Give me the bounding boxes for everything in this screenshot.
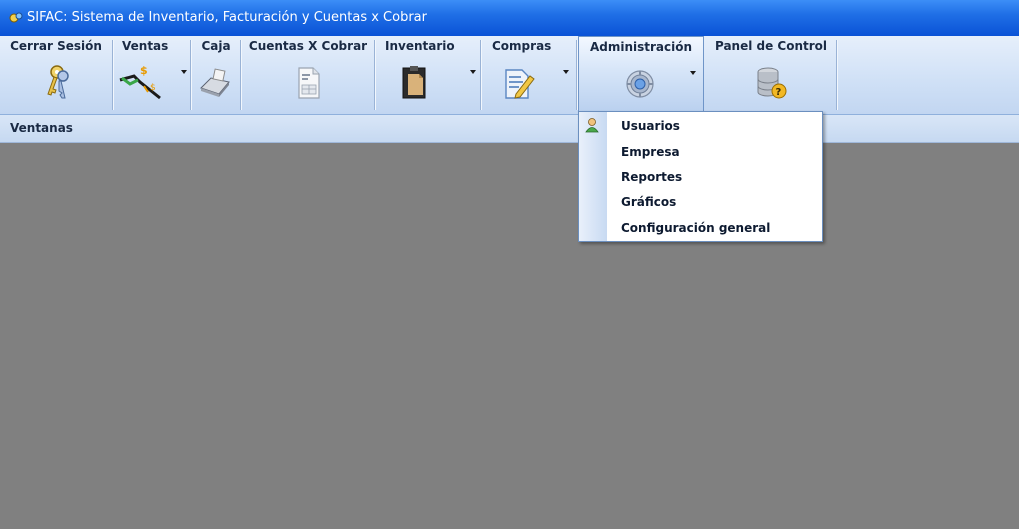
- inventario-button[interactable]: Inventario: [376, 36, 480, 113]
- ribbon-separator: [836, 40, 838, 110]
- title-bar[interactable]: SIFAC: Sistema de Inventario, Facturació…: [0, 0, 1019, 36]
- windows-menu-bar: Ventanas: [0, 115, 1019, 143]
- chevron-down-icon: [563, 70, 569, 74]
- chevron-down-icon: [690, 71, 696, 75]
- menu-item-label: Reportes: [621, 170, 683, 184]
- inventario-label: Inventario: [385, 39, 455, 53]
- cash-register-pen-icon: $ $: [119, 64, 161, 100]
- chevron-down-icon: [181, 70, 187, 74]
- caja-button[interactable]: Caja: [192, 36, 240, 113]
- administracion-dropdown-menu: Usuarios Empresa Reportes Gráficos Confi…: [578, 111, 823, 242]
- clipboard-icon: [402, 66, 426, 99]
- administracion-button[interactable]: Administración: [578, 36, 704, 113]
- gear-icon: [626, 70, 654, 98]
- document-icon: [298, 67, 320, 99]
- compras-button[interactable]: Compras: [482, 36, 576, 113]
- svg-text:$: $: [140, 64, 148, 77]
- cuentas-x-cobrar-label: Cuentas X Cobrar: [248, 39, 368, 53]
- window-title: SIFAC: Sistema de Inventario, Facturació…: [27, 10, 427, 25]
- chevron-down-icon: [470, 70, 476, 74]
- administracion-label: Administración: [589, 40, 693, 54]
- app-window: SIFAC: Sistema de Inventario, Facturació…: [0, 0, 1019, 529]
- keys-icon: [47, 65, 69, 99]
- cerrar-sesion-label: Cerrar Sesión: [10, 39, 102, 53]
- cash-machine-icon: [200, 68, 230, 97]
- menu-item-usuarios[interactable]: Usuarios: [579, 114, 822, 139]
- menu-item-label: Gráficos: [621, 195, 677, 209]
- menu-item-empresa[interactable]: Empresa: [579, 140, 822, 165]
- menu-item-configuracion-general[interactable]: Configuración general: [579, 216, 822, 241]
- caja-label: Caja: [201, 39, 231, 53]
- user-icon: [585, 118, 599, 133]
- mdi-workspace: [0, 143, 1019, 529]
- edit-document-icon: [505, 69, 535, 99]
- panel-de-control-button[interactable]: Panel de Control ?: [706, 36, 836, 113]
- ventanas-menu[interactable]: Ventanas: [10, 121, 73, 135]
- menu-item-reportes[interactable]: Reportes: [579, 165, 822, 190]
- svg-text:$: $: [150, 83, 156, 93]
- menu-item-label: Configuración general: [621, 221, 771, 235]
- panel-de-control-label: Panel de Control: [714, 39, 828, 53]
- menu-item-label: Usuarios: [621, 119, 680, 133]
- cuentas-x-cobrar-button[interactable]: Cuentas X Cobrar: [242, 36, 374, 113]
- svg-text:?: ?: [776, 87, 782, 98]
- ventas-button[interactable]: Ventas $ $: [114, 36, 190, 113]
- ventas-label: Ventas: [122, 39, 169, 53]
- menu-item-graficos[interactable]: Gráficos: [579, 190, 822, 215]
- app-icon: [9, 12, 23, 23]
- compras-label: Compras: [492, 39, 552, 53]
- cerrar-sesion-button[interactable]: Cerrar Sesión: [0, 36, 112, 113]
- database-help-icon: ?: [757, 67, 787, 99]
- menu-item-label: Empresa: [621, 145, 680, 159]
- ribbon-toolbar: Cerrar Sesión Ventas $ $ Caja Cuentas X …: [0, 36, 1019, 115]
